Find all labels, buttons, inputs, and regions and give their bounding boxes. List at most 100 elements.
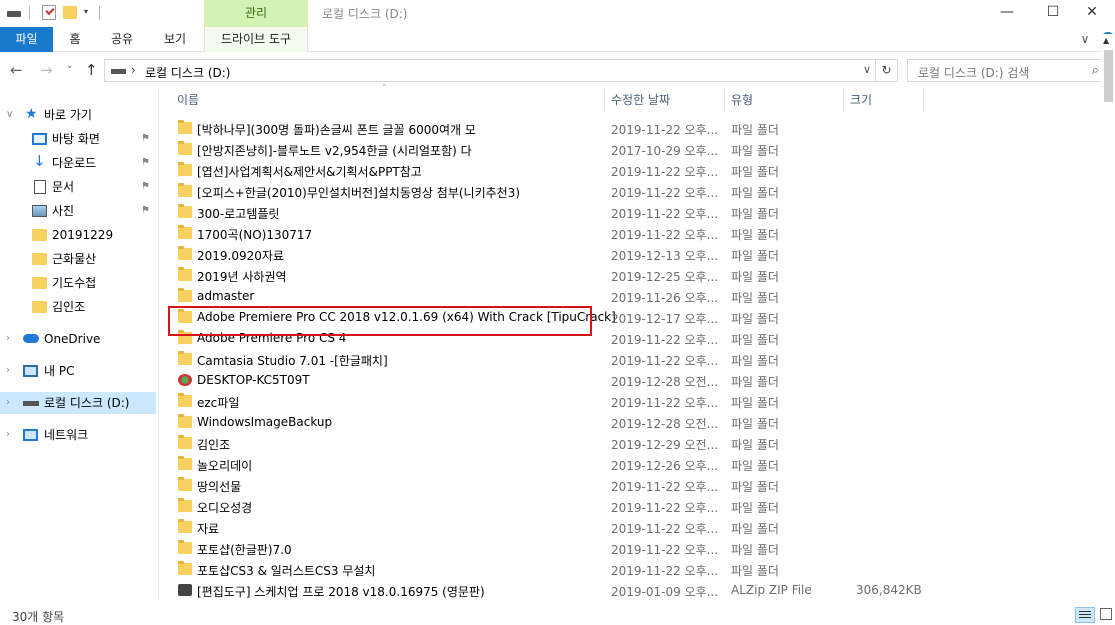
file-name[interactable]: WindowsImageBackup [197,415,332,429]
file-row[interactable]: [안방지존냥히]-블루노트 v2,954한글 (시리얼포함) 다 2017-10… [170,139,940,160]
expand-icon[interactable]: › [6,392,10,414]
nav-item-documents[interactable]: 문서 ⚑ [0,176,156,198]
chevron-right-icon[interactable]: › [131,63,136,77]
large-icons-view-button[interactable] [1100,608,1112,620]
file-row[interactable]: 오디오성경 2019-11-22 오후... 파일 폴더 [170,496,940,517]
minimize-button[interactable]: — [984,0,1030,27]
file-row[interactable]: 1700곡(NO)130717 2019-11-22 오후... 파일 폴더 [170,223,940,244]
column-header-size[interactable]: 크기 [850,87,920,113]
nav-item-local-disk-d[interactable]: › 로컬 디스크 (D:) [0,392,156,414]
file-name[interactable]: 1700곡(NO)130717 [197,226,312,243]
file-name[interactable]: admaster [197,289,254,303]
tab-drive-tools[interactable]: 드라이브 도구 [204,27,308,52]
vertical-scrollbar[interactable] [1101,34,1115,600]
file-name[interactable]: 포토샵(한글판)7.0 [197,541,292,558]
expand-icon[interactable]: › [6,328,10,350]
new-folder-icon[interactable] [63,6,77,19]
drive-icon [23,401,39,406]
file-name[interactable]: [오피스+한글(2010)무인설치버전]설치동영상 첨부(니키추천3) [197,184,520,201]
tab-home[interactable]: 홈 [60,27,90,52]
properties-icon[interactable] [42,5,56,20]
forward-button[interactable]: → [40,61,53,79]
file-row[interactable]: [엽선]사업계획서&제안서&기획서&PPT참고 2019-11-22 오후...… [170,160,940,181]
column-header-type[interactable]: 유형 [731,87,841,113]
file-name[interactable]: ezc파일 [197,394,239,411]
back-button[interactable]: ← [10,61,23,79]
nav-item-folder-geunhwa[interactable]: 근화물산 [0,248,156,270]
expand-icon[interactable]: › [6,424,10,446]
nav-item-folder-kiminjo[interactable]: 김인조 [0,296,156,318]
search-input[interactable]: 로컬 디스크 (D:) 검색 ⌕ [907,59,1108,82]
file-row[interactable]: 놀오리데이 2019-12-26 오후... 파일 폴더 [170,454,940,475]
nav-quick-access[interactable]: ∨ ★ 바로 가기 [0,104,156,126]
file-row[interactable]: 땅의선물 2019-11-22 오후... 파일 폴더 [170,475,940,496]
file-row[interactable]: [오피스+한글(2010)무인설치버전]설치동영상 첨부(니키추천3) 2019… [170,181,940,202]
file-row[interactable]: DESKTOP-KC5T09T 2019-12-28 오전... 파일 폴더 [170,370,940,391]
file-name[interactable]: [편집도구] 스케치업 프로 2018 v18.0.16975 (영문판) [197,583,485,600]
file-name[interactable]: 2019.0920자료 [197,247,284,264]
file-row[interactable]: WindowsImageBackup 2019-12-28 오전... 파일 폴… [170,412,940,433]
nav-item-pictures[interactable]: 사진 ⚑ [0,200,156,222]
file-name[interactable]: 300-로고템플릿 [197,205,279,222]
nav-item-onedrive[interactable]: › OneDrive [0,328,156,350]
up-button[interactable]: ↑ [85,61,98,79]
column-divider[interactable] [604,89,605,111]
tab-share[interactable]: 공유 [103,27,141,52]
file-row[interactable]: 2019년 사하권역 2019-12-25 오후... 파일 폴더 [170,265,940,286]
file-row[interactable]: admaster 2019-11-26 오후... 파일 폴더 [170,286,940,307]
address-bar[interactable]: › 로컬 디스크 (D:) ∨ [104,59,876,82]
nav-item-downloads[interactable]: ↓ 다운로드 ⚑ [0,152,156,174]
folder-icon [178,435,192,449]
scroll-up-arrow[interactable]: ▲ [1103,36,1109,45]
address-path[interactable]: 로컬 디스크 (D:) [145,64,230,81]
file-name[interactable]: 오디오성경 [197,499,252,516]
refresh-button[interactable]: ↻ [876,59,898,82]
close-button[interactable]: ✕ [1069,0,1115,27]
nav-item-network[interactable]: › 네트워크 [0,424,156,446]
file-name[interactable]: 김인조 [197,436,230,453]
nav-item-folder-prayer[interactable]: 기도수첩 [0,272,156,294]
tab-file[interactable]: 파일 [0,27,53,52]
file-row[interactable]: ezc파일 2019-11-22 오후... 파일 폴더 [170,391,940,412]
customize-quick-access-button[interactable]: ▾ [84,7,88,25]
expand-ribbon-icon[interactable]: ∨ [1077,27,1093,52]
tab-view[interactable]: 보기 [156,27,194,52]
details-view-button[interactable] [1075,607,1095,623]
file-row[interactable]: 김인조 2019-12-29 오전... 파일 폴더 [170,433,940,454]
nav-item-desktop[interactable]: 바탕 화면 ⚑ [0,128,156,150]
collapse-icon[interactable]: ∨ [6,104,13,126]
expand-icon[interactable]: › [6,360,10,382]
file-row[interactable]: [편집도구] 스케치업 프로 2018 v18.0.16975 (영문판) 20… [170,580,940,601]
nav-item-this-pc[interactable]: › 내 PC [0,360,156,382]
file-row[interactable]: 2019.0920자료 2019-12-13 오후... 파일 폴더 [170,244,940,265]
file-name[interactable]: 포토샵CS3 & 일러스트CS3 무설치 [197,562,375,579]
file-name[interactable]: 2019년 사하권역 [197,268,287,285]
file-date: 2019-11-22 오후... [611,564,719,578]
recent-locations-button[interactable]: ˅ [67,64,73,77]
file-name[interactable]: 땅의선물 [197,478,241,495]
file-row[interactable]: 포토샵CS3 & 일러스트CS3 무설치 2019-11-22 오후... 파일… [170,559,940,580]
column-divider[interactable] [724,89,725,111]
file-name[interactable]: 놀오리데이 [197,457,252,474]
file-name[interactable]: [엽선]사업계획서&제안서&기획서&PPT참고 [197,163,422,180]
pane-divider[interactable] [158,87,159,600]
file-name[interactable]: Camtasia Studio 7.01 -[한글패치] [197,352,388,369]
column-divider[interactable] [843,89,844,111]
separator [99,6,100,20]
scrollbar-thumb[interactable] [1104,50,1113,102]
file-row[interactable]: 포토샵(한글판)7.0 2019-11-22 오후... 파일 폴더 [170,538,940,559]
file-name[interactable]: 자료 [197,520,219,537]
file-name[interactable]: DESKTOP-KC5T09T [197,373,310,387]
file-name[interactable]: [박하나무](300명 돌파)손글씨 폰트 글꼴 6000여개 모 [197,121,476,138]
file-row[interactable]: 자료 2019-11-22 오후... 파일 폴더 [170,517,940,538]
column-divider[interactable] [923,89,924,111]
address-dropdown-icon[interactable]: ∨ [863,63,871,76]
column-header-name[interactable]: 이름 [177,87,602,113]
file-name[interactable]: [안방지존냥히]-블루노트 v2,954한글 (시리얼포함) 다 [197,142,472,159]
search-icon[interactable]: ⌕ [1092,63,1099,78]
column-header-date[interactable]: 수정한 날짜 [611,87,721,113]
file-row[interactable]: 300-로고템플릿 2019-11-22 오후... 파일 폴더 [170,202,940,223]
file-row[interactable]: [박하나무](300명 돌파)손글씨 폰트 글꼴 6000여개 모 2019-1… [170,118,940,139]
file-row[interactable]: Camtasia Studio 7.01 -[한글패치] 2019-11-22 … [170,349,940,370]
nav-item-folder-20191229[interactable]: 20191229 [0,224,156,246]
